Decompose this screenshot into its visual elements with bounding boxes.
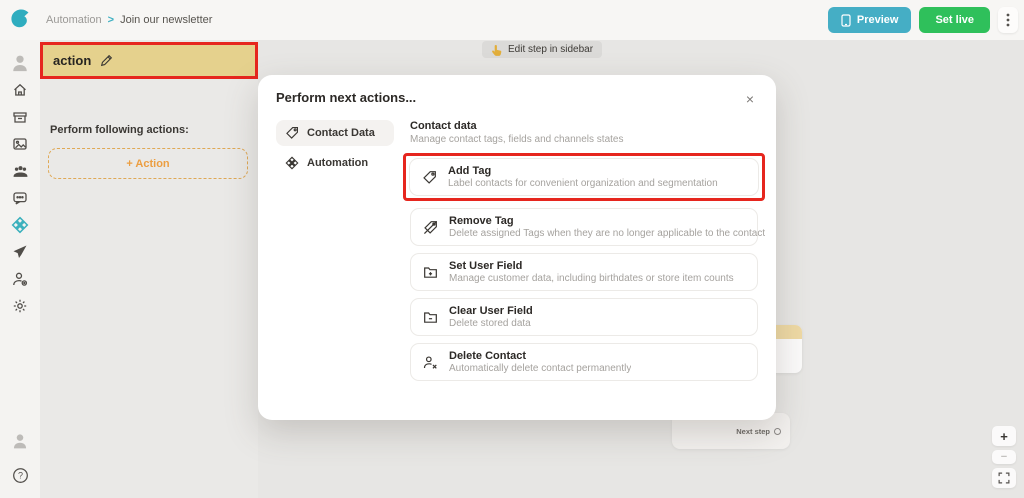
action-item-add-tag[interactable]: Add Tag Label contacts for convenient or… [409,158,759,196]
modal-body: Contact Data Automation Contact data Man… [276,120,758,381]
action-item-desc: Delete stored data [449,318,533,329]
breadcrumb: Automation > Join our newsletter [46,0,212,40]
sidebar-item-store[interactable] [7,104,33,130]
workspace-avatar[interactable] [7,50,33,76]
action-item-remove-tag[interactable]: Remove Tag Delete assigned Tags when the… [410,208,758,246]
step-name-label: action [53,53,91,68]
preview-button-label: Preview [857,14,899,26]
action-item-title: Add Tag [448,165,718,177]
tab-contact-data-label: Contact Data [307,127,375,139]
tag-icon [422,170,437,185]
action-item-desc: Automatically delete contact permanently [449,363,631,374]
panel-subtitle: Perform following actions: [50,124,189,136]
add-action-button[interactable]: + Action [48,148,248,179]
section-title: Contact data [410,120,758,132]
set-live-button-label: Set live [935,14,974,26]
knot-icon [285,156,299,170]
zoom-out-button[interactable]: − [992,450,1016,464]
action-item-set-user-field[interactable]: Set User Field Manage customer data, inc… [410,253,758,291]
folder-minus-icon [423,310,438,325]
tag-off-icon [423,220,438,235]
action-item-delete-contact[interactable]: Delete Contact Automatically delete cont… [410,343,758,381]
modal-content: Contact data Manage contact tags, fields… [410,120,758,381]
action-item-desc: Delete assigned Tags when they are no lo… [449,228,765,239]
breadcrumb-chevron-icon: > [108,14,114,26]
action-item-title: Clear User Field [449,305,533,317]
edit-pencil-icon[interactable] [100,54,113,67]
step-editor-panel: action Perform following actions: + Acti… [40,40,258,498]
sidebar-item-contacts[interactable] [7,266,33,292]
annotation-highlight: Add Tag Label contacts for convenient or… [403,153,765,201]
preview-button[interactable]: Preview [828,7,912,33]
fit-to-screen-button[interactable] [992,468,1016,488]
svg-text:?: ? [17,470,22,480]
canvas-zoom-controls: + − [992,426,1016,488]
more-options-button[interactable] [998,7,1018,33]
sidebar-item-automation[interactable] [7,212,33,238]
sidebar-item-chats[interactable] [7,185,33,211]
help-icon[interactable]: ? [7,462,33,488]
sidebar-item-broadcasts[interactable] [7,239,33,265]
next-step-label: Next step [736,427,770,436]
sidebar-item-media[interactable] [7,131,33,157]
tag-icon [285,126,299,140]
person-remove-icon [423,355,438,370]
close-icon[interactable]: × [742,90,758,108]
user-avatar[interactable] [7,428,33,454]
sidebar-item-settings[interactable] [7,293,33,319]
modal-header: Perform next actions... × [276,90,758,108]
action-list: Add Tag Label contacts for convenient or… [410,153,758,381]
sidebar-item-home[interactable] [7,77,33,103]
zoom-in-button[interactable]: + [992,426,1016,446]
sidebar-bottom-group: ? [7,427,33,498]
tab-automation[interactable]: Automation [276,150,394,176]
topbar-actions: Preview Set live [828,7,1018,33]
sidebar-item-audience[interactable] [7,158,33,184]
breadcrumb-page: Join our newsletter [120,14,212,26]
folder-plus-icon [423,265,438,280]
top-bar: Automation > Join our newsletter Preview… [0,0,1024,40]
tab-contact-data[interactable]: Contact Data [276,120,394,146]
breadcrumb-section[interactable]: Automation [46,14,102,26]
section-subtitle: Manage contact tags, fields and channels… [410,134,758,145]
action-item-title: Delete Contact [449,350,631,362]
tab-automation-label: Automation [307,157,368,169]
edit-step-tooltip-label: Edit step in sidebar [508,44,593,55]
next-step-connector-icon[interactable] [774,428,781,435]
hand-pointer-icon [491,44,503,56]
app-logo-icon[interactable] [7,7,33,33]
edit-step-tooltip: Edit step in sidebar [482,41,602,58]
device-icon [841,14,851,27]
modal-tab-list: Contact Data Automation [276,120,394,381]
step-name-field[interactable]: action [40,42,258,79]
action-item-desc: Manage customer data, including birthdat… [449,273,734,284]
action-item-title: Set User Field [449,260,734,272]
action-item-title: Remove Tag [449,215,765,227]
modal-title: Perform next actions... [276,90,416,105]
sidebar-rail: ? [0,40,40,498]
next-actions-modal: Perform next actions... × Contact Data A… [258,75,776,420]
set-live-button[interactable]: Set live [919,7,990,33]
kebab-menu-icon [1006,13,1010,27]
action-item-desc: Label contacts for convenient organizati… [448,178,718,189]
action-item-clear-user-field[interactable]: Clear User Field Delete stored data [410,298,758,336]
app-screen: Automation > Join our newsletter Preview… [0,0,1024,498]
